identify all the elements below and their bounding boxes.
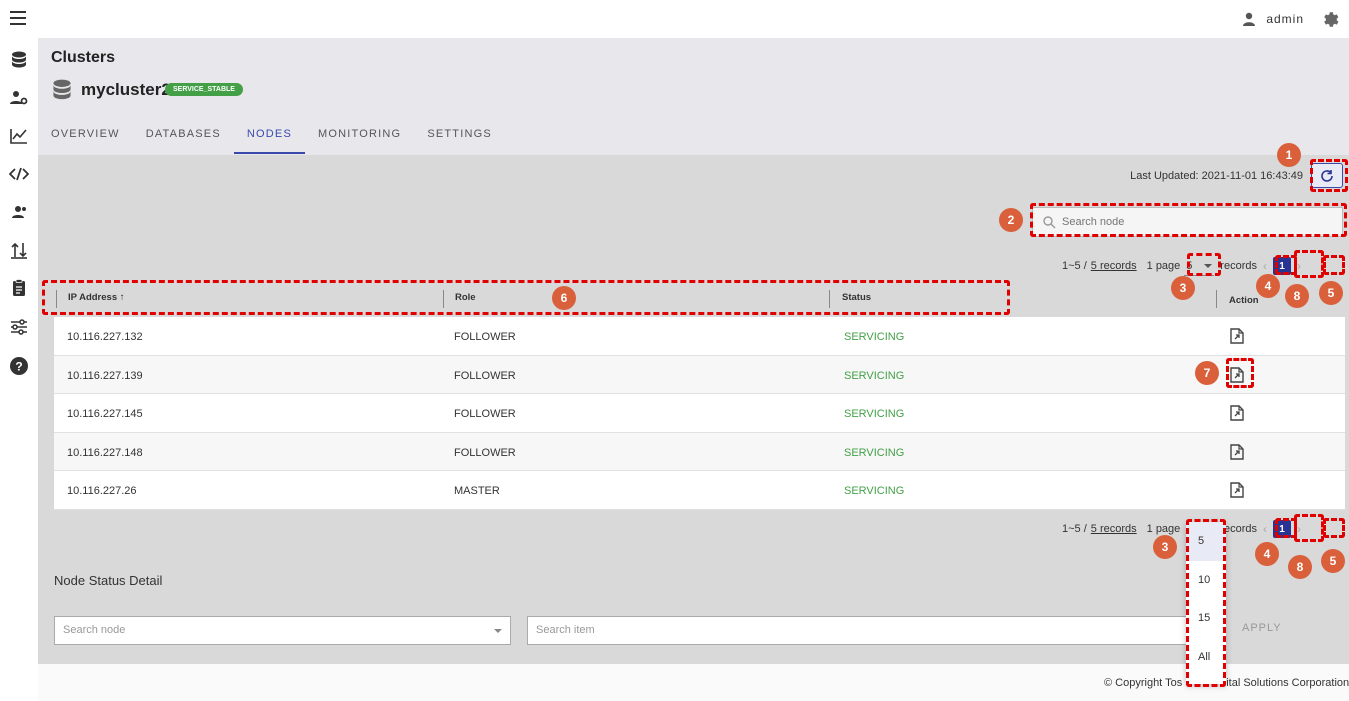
highlight-header — [42, 280, 1010, 315]
user-menu[interactable]: admin — [1242, 12, 1304, 26]
code-icon[interactable] — [9, 164, 29, 184]
users-icon[interactable] — [9, 202, 29, 222]
marker-3: 3 — [1171, 276, 1195, 300]
help-icon[interactable]: ? — [9, 356, 29, 376]
prev-page-button[interactable]: ‹ — [1263, 522, 1267, 536]
main-content: Clusters mycluster2 SERVICE_STABLE OVERV… — [38, 38, 1349, 664]
user-settings-icon[interactable] — [9, 88, 29, 108]
tab-bar: OVERVIEW DATABASES NODES MONITORING SETT… — [38, 123, 505, 155]
prev-page-button[interactable]: ‹ — [1263, 259, 1267, 273]
tab-monitoring[interactable]: MONITORING — [305, 123, 414, 154]
chart-icon[interactable] — [9, 126, 29, 146]
highlight-next — [1323, 255, 1345, 275]
marker-8: 8 — [1288, 555, 1312, 579]
table-row: 10.116.227.139 FOLLOWER SERVICING — [54, 355, 1345, 395]
pages-text: 1 page — [1146, 260, 1181, 272]
cell-ip: 10.116.227.26 — [67, 485, 137, 498]
database-icon — [52, 79, 72, 106]
sliders-icon[interactable] — [9, 317, 29, 337]
cell-role: FOLLOWER — [454, 369, 516, 382]
node-select[interactable]: Search node — [54, 616, 511, 645]
highlight-next-bottom — [1323, 518, 1345, 538]
chevron-down-icon — [494, 629, 502, 633]
cell-ip: 10.116.227.132 — [67, 331, 143, 343]
marker-2: 2 — [999, 208, 1023, 232]
svg-text:?: ? — [15, 360, 22, 374]
apply-button[interactable]: APPLY — [1242, 622, 1282, 634]
breadcrumb[interactable]: Clusters — [51, 49, 115, 67]
marker-7: 7 — [1195, 361, 1219, 385]
marker-5: 5 — [1319, 281, 1343, 305]
records-label: records — [1220, 260, 1257, 272]
highlight-page — [1294, 250, 1324, 278]
user-icon — [1243, 12, 1256, 26]
marker-1: 1 — [1277, 143, 1301, 167]
marker-3: 3 — [1153, 535, 1177, 559]
highlight-dropdown — [1186, 519, 1226, 687]
cell-ip: 10.116.227.148 — [67, 446, 143, 459]
cell-role: FOLLOWER — [454, 331, 516, 343]
cell-status: SERVICING — [844, 331, 905, 343]
highlight-refresh — [1310, 159, 1348, 192]
pagination-bottom: 1~5 / 5 records 1 page records ‹ 1 › — [1062, 519, 1307, 539]
database-icon[interactable] — [9, 50, 29, 70]
table-body: 10.116.227.132 FOLLOWER SERVICING 10.116… — [54, 317, 1345, 510]
marker-4: 4 — [1256, 274, 1280, 298]
marker-5: 5 — [1321, 549, 1345, 573]
records-link[interactable]: 5 records — [1091, 523, 1137, 535]
marker-4: 4 — [1255, 542, 1279, 566]
tab-databases[interactable]: DATABASES — [133, 123, 234, 154]
col-action: Action — [1229, 295, 1259, 306]
highlight-per-page — [1187, 253, 1221, 276]
highlight-action — [1226, 358, 1254, 388]
search-item-input[interactable]: Search item — [527, 616, 1187, 645]
node-status-detail-title: Node Status Detail — [54, 573, 163, 588]
table-row: 10.116.227.26 MASTER SERVICING — [54, 471, 1345, 510]
cell-status: SERVICING — [844, 485, 905, 498]
username: admin — [1266, 12, 1304, 26]
cell-status: SERVICING — [844, 369, 905, 382]
records-link[interactable]: 5 records — [1091, 260, 1137, 272]
pages-text: 1 page — [1146, 523, 1181, 535]
range-text: 1~5 / — [1062, 523, 1087, 535]
file-export-icon[interactable] — [1230, 328, 1244, 347]
status-badge: SERVICE_STABLE — [165, 83, 243, 96]
nodes-table: IP Address ↑ Role Status Action 10.116.2… — [54, 283, 1345, 510]
highlight-search — [1030, 203, 1347, 237]
cell-role: MASTER — [454, 485, 500, 498]
cell-ip: 10.116.227.145 — [67, 408, 143, 421]
gear-icon[interactable] — [1322, 11, 1339, 33]
highlight-page-bottom — [1294, 514, 1324, 542]
hamburger-menu-icon[interactable] — [10, 11, 26, 25]
file-export-icon[interactable] — [1230, 482, 1244, 501]
cell-ip: 10.116.227.139 — [67, 369, 143, 382]
tab-nodes[interactable]: NODES — [233, 123, 306, 154]
marker-8: 8 — [1285, 284, 1309, 308]
cell-status: SERVICING — [844, 408, 905, 421]
pagination-top: 1~5 / 5 records 1 page 5 records ‹ 1 › — [1062, 256, 1307, 276]
cluster-name: mycluster2 — [81, 80, 171, 99]
cell-role: FOLLOWER — [454, 408, 516, 421]
table-row: 10.116.227.145 FOLLOWER SERVICING — [54, 394, 1345, 433]
top-bar: admin — [0, 0, 1349, 38]
cell-role: FOLLOWER — [454, 446, 516, 459]
table-row: 10.116.227.132 FOLLOWER SERVICING — [54, 317, 1345, 356]
page-header: Clusters mycluster2 SERVICE_STABLE OVERV… — [38, 38, 1349, 155]
file-export-icon[interactable] — [1230, 444, 1244, 463]
table-row: 10.116.227.148 FOLLOWER SERVICING — [54, 432, 1345, 472]
cell-status: SERVICING — [844, 446, 905, 459]
range-text: 1~5 / — [1062, 260, 1087, 272]
sidebar: ? — [0, 38, 38, 701]
tab-settings[interactable]: SETTINGS — [414, 123, 505, 154]
marker-6: 6 — [552, 286, 576, 310]
file-export-icon[interactable] — [1230, 405, 1244, 424]
transfer-icon[interactable] — [9, 240, 29, 260]
last-updated: Last Updated: 2021-11-01 16:43:49 — [1130, 170, 1303, 182]
tab-overview[interactable]: OVERVIEW — [38, 123, 133, 154]
clipboard-icon[interactable] — [9, 278, 29, 298]
footer-copyright: © Copyright Tos ital Solutions Corporatio… — [1104, 677, 1349, 689]
